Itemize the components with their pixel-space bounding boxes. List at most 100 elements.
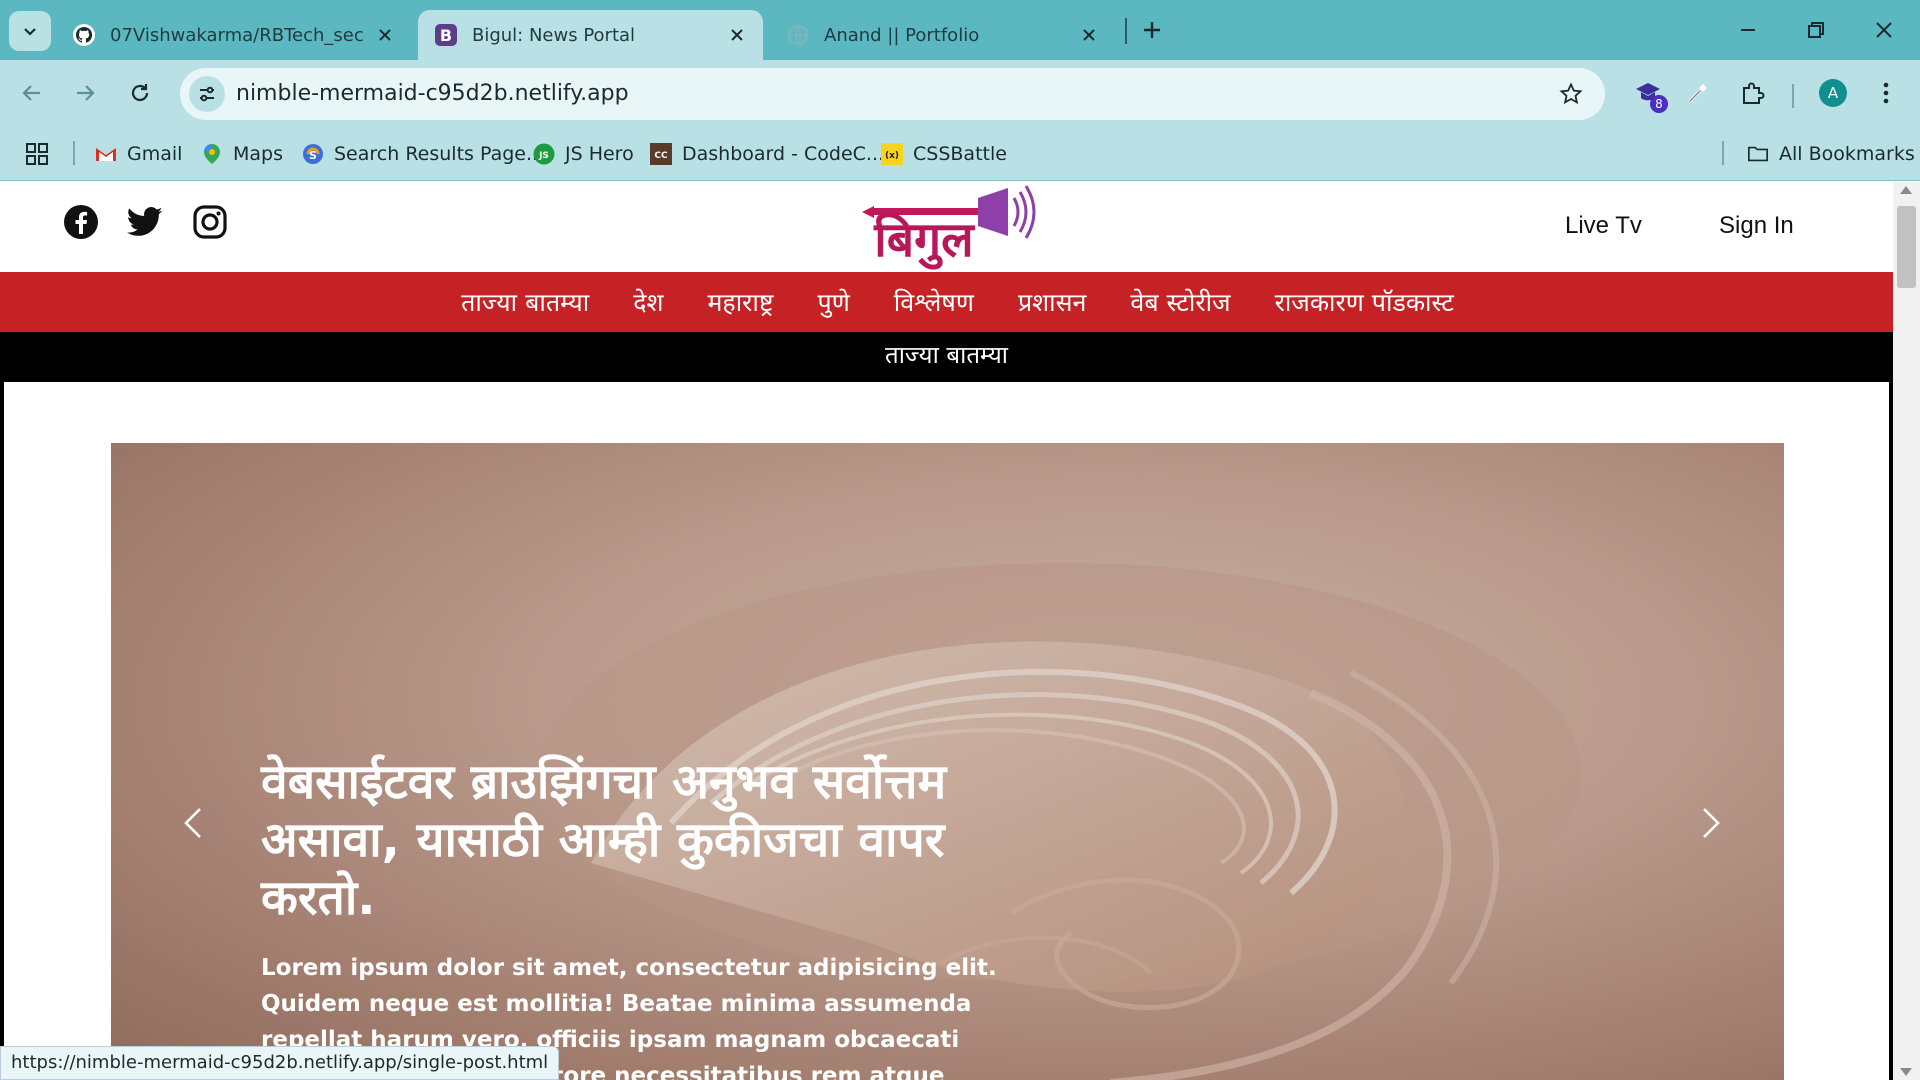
carousel-prev-button[interactable] bbox=[173, 803, 213, 843]
site-info-icon[interactable] bbox=[189, 76, 225, 112]
link-status-bubble: https://nimble-mermaid-c95d2b.netlify.ap… bbox=[0, 1046, 560, 1080]
plus-icon bbox=[1144, 22, 1160, 38]
close-tab-icon[interactable] bbox=[1079, 25, 1099, 45]
bookmark-codechef[interactable]: CC Dashboard - CodeC... bbox=[650, 139, 884, 169]
scrollbar-thumb[interactable] bbox=[1897, 206, 1916, 288]
tab-bigul[interactable]: B Bigul: News Portal bbox=[418, 10, 763, 60]
svg-text:CC: CC bbox=[654, 151, 668, 161]
eyedropper-icon bbox=[1688, 84, 1707, 103]
more-vertical-icon bbox=[1883, 82, 1889, 104]
new-tab-button[interactable] bbox=[1138, 16, 1166, 44]
instagram-link[interactable] bbox=[191, 203, 229, 241]
page-scrollbar[interactable] bbox=[1893, 182, 1920, 1080]
nav-item-latest-news[interactable]: ताज्या बातम्या bbox=[461, 285, 589, 319]
tab-title: Bigul: News Portal bbox=[472, 24, 636, 46]
tab-search-button[interactable] bbox=[9, 11, 51, 51]
bookmark-maps[interactable]: Maps bbox=[201, 139, 283, 169]
browser-menu-button[interactable] bbox=[1868, 75, 1904, 111]
puzzle-piece-icon bbox=[1743, 82, 1765, 104]
nav-item-web-stories[interactable]: वेब स्टोरीज bbox=[1130, 285, 1230, 319]
bookmark-star-icon[interactable] bbox=[1557, 80, 1585, 108]
bookmark-cssbattle[interactable]: (x) CSSBattle bbox=[881, 139, 1007, 169]
nav-item-maharashtra[interactable]: महाराष्ट्र bbox=[707, 285, 773, 319]
section-title-bar: ताज्या बातम्या bbox=[0, 332, 1893, 382]
nav-item-country[interactable]: देश bbox=[633, 285, 663, 319]
svg-text:(x): (x) bbox=[885, 151, 899, 161]
bookmark-label: Maps bbox=[233, 143, 283, 165]
toolbar-separator bbox=[1792, 84, 1794, 108]
twitter-icon bbox=[127, 207, 163, 236]
facebook-link[interactable] bbox=[62, 203, 100, 241]
nav-item-administration[interactable]: प्रशासन bbox=[1018, 285, 1086, 319]
bootstrap-b-icon: B bbox=[434, 23, 458, 47]
close-tab-icon[interactable] bbox=[375, 25, 395, 45]
extension-color-picker-button[interactable] bbox=[1680, 75, 1716, 111]
section-title: ताज्या बातम्या bbox=[885, 341, 1008, 369]
nav-item-analysis[interactable]: विश्लेषण bbox=[894, 285, 974, 319]
twitter-link[interactable] bbox=[126, 203, 164, 241]
nav-item-pune[interactable]: पुणे bbox=[818, 285, 850, 319]
apps-grid-icon bbox=[26, 143, 48, 165]
back-button[interactable] bbox=[14, 75, 50, 111]
search-results-icon: S bbox=[302, 143, 324, 165]
browser-toolbar: nimble-mermaid-c95d2b.netlify.app 8 A bbox=[0, 60, 1920, 127]
hero-carousel: वेबसाईटवर ब्राउझिंगचा अनुभव सर्वोत्तम अस… bbox=[111, 443, 1784, 1080]
restore-icon bbox=[1808, 22, 1824, 38]
tab-github[interactable]: 07Vishwakarma/RBTech_second bbox=[56, 10, 411, 60]
minimize-button[interactable] bbox=[1732, 14, 1764, 46]
all-bookmarks-button[interactable]: All Bookmarks bbox=[1747, 139, 1915, 169]
bookmark-search-results[interactable]: S Search Results Page... bbox=[302, 139, 544, 169]
content-border-left bbox=[0, 382, 4, 1080]
close-icon bbox=[1876, 22, 1892, 38]
apps-button[interactable] bbox=[26, 139, 48, 169]
bookmark-js-hero[interactable]: JS JS Hero bbox=[533, 139, 634, 169]
cssbattle-icon: (x) bbox=[881, 143, 903, 165]
tab-title: 07Vishwakarma/RBTech_second bbox=[110, 24, 365, 46]
bookmark-label: JS Hero bbox=[565, 143, 634, 165]
bookmarks-bar: Gmail Maps S Search Results Page... JS J… bbox=[0, 127, 1920, 181]
chevron-right-icon bbox=[1703, 808, 1720, 838]
site-logo[interactable]: बिगुल bbox=[858, 184, 1038, 270]
main-navigation: ताज्या बातम्या देश महाराष्ट्र पुणे विश्ल… bbox=[0, 272, 1893, 332]
extensions-button[interactable] bbox=[1735, 75, 1771, 111]
bookmark-label: Dashboard - CodeC... bbox=[682, 143, 885, 165]
maps-pin-icon bbox=[201, 143, 223, 165]
profile-avatar[interactable]: A bbox=[1819, 79, 1847, 107]
svg-text:S: S bbox=[309, 149, 317, 162]
extension-mortarboard-button[interactable]: 8 bbox=[1630, 75, 1668, 113]
sign-in-link[interactable]: Sign In bbox=[1719, 212, 1794, 240]
web-page: बिगुल Live Tv Sign In ताज्या बातम्या देश… bbox=[0, 182, 1893, 1080]
minimize-icon bbox=[1741, 29, 1755, 31]
js-hero-icon: JS bbox=[533, 143, 555, 165]
folder-icon bbox=[1747, 143, 1769, 165]
close-tab-icon[interactable] bbox=[727, 25, 747, 45]
globe-icon bbox=[786, 23, 810, 47]
tab-portfolio[interactable]: Anand || Portfolio bbox=[770, 10, 1115, 60]
url-text[interactable]: nimble-mermaid-c95d2b.netlify.app bbox=[236, 81, 629, 106]
address-bar[interactable]: nimble-mermaid-c95d2b.netlify.app bbox=[180, 68, 1605, 120]
arrow-right-icon bbox=[77, 85, 95, 101]
all-bookmarks-label: All Bookmarks bbox=[1779, 143, 1915, 165]
bookmark-gmail[interactable]: Gmail bbox=[95, 139, 182, 169]
tab-title: Anand || Portfolio bbox=[824, 24, 980, 46]
restore-button[interactable] bbox=[1800, 14, 1832, 46]
svg-text:JS: JS bbox=[538, 151, 549, 161]
hero-headline[interactable]: वेबसाईटवर ब्राउझिंगचा अनुभव सर्वोत्तम अस… bbox=[261, 753, 1051, 927]
forward-button[interactable] bbox=[67, 75, 103, 111]
nav-item-politics-podcast[interactable]: राजकारण पॉडकास्ट bbox=[1275, 285, 1454, 319]
reload-icon bbox=[131, 84, 149, 102]
browser-tab-bar: 07Vishwakarma/RBTech_second B Bigul: New… bbox=[0, 0, 1920, 60]
close-window-button[interactable] bbox=[1868, 14, 1900, 46]
instagram-icon bbox=[193, 205, 227, 239]
bookmark-label: Search Results Page... bbox=[334, 143, 545, 165]
scroll-up-arrow-icon[interactable] bbox=[1900, 186, 1912, 194]
live-tv-link[interactable]: Live Tv bbox=[1565, 212, 1642, 240]
bookmarks-separator bbox=[73, 141, 75, 165]
scroll-down-arrow-icon[interactable] bbox=[1900, 1068, 1912, 1076]
tab-separator bbox=[1125, 18, 1127, 44]
carousel-next-button[interactable] bbox=[1691, 803, 1731, 843]
reload-button[interactable] bbox=[122, 75, 158, 111]
bookmark-label: CSSBattle bbox=[913, 143, 1007, 165]
bookmark-label: Gmail bbox=[127, 143, 183, 165]
arrow-left-icon bbox=[22, 85, 40, 101]
